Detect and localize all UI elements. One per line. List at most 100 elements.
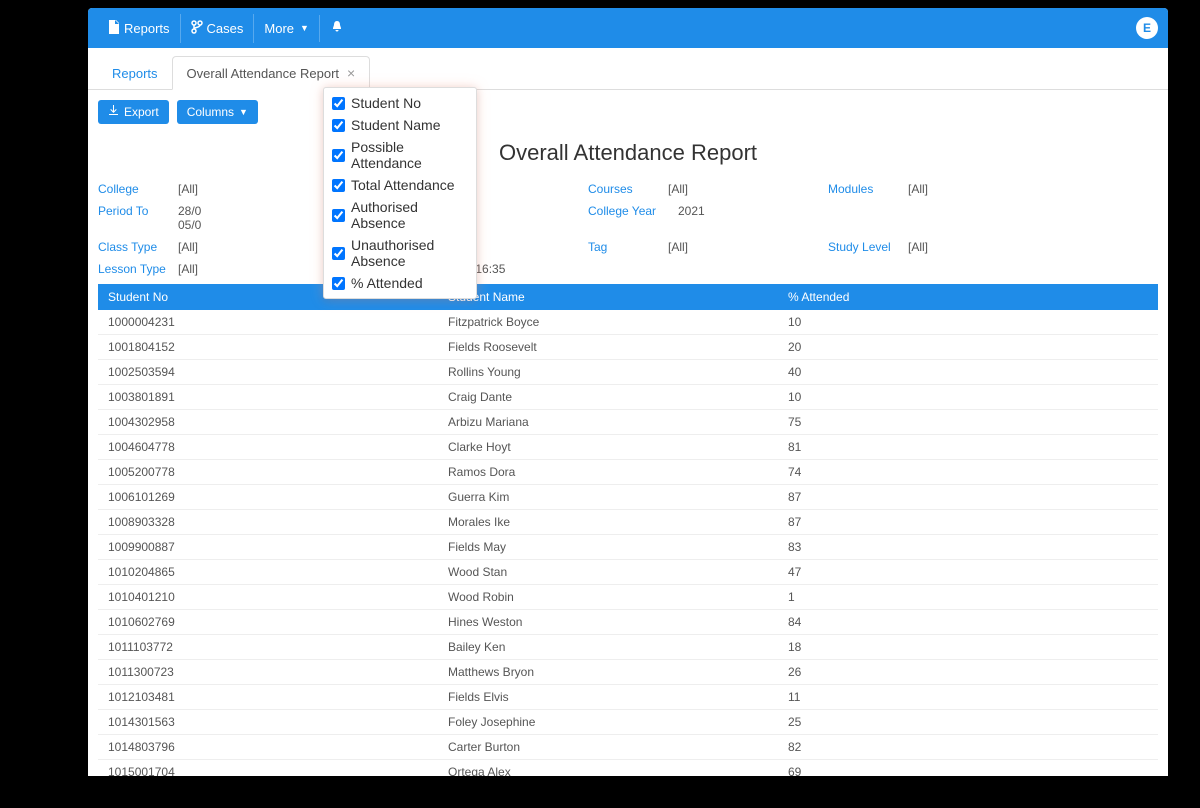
cell-student-no: 1009900887 [98,535,438,560]
cell-pct-attended: 74 [778,460,1158,485]
cell-student-no: 1011300723 [98,660,438,685]
column-checkbox[interactable] [332,247,345,260]
column-checkbox[interactable] [332,119,345,132]
filter-label-study-level[interactable]: Study Level [828,240,908,254]
cell-student-no: 1000004231 [98,310,438,335]
column-label: % Attended [351,275,423,291]
nav-notifications[interactable] [320,14,354,43]
table-header-row: Student No Student Name % Attended [98,284,1158,310]
tab-overall-attendance[interactable]: Overall Attendance Report × [172,56,371,90]
cell-student-name: Guerra Kim [438,485,778,510]
table-row[interactable]: 1010204865Wood Stan47 [98,560,1158,585]
cell-pct-attended: 18 [778,635,1158,660]
close-icon[interactable]: × [347,65,355,81]
cell-student-name: Wood Stan [438,560,778,585]
table-row[interactable]: 1010401210Wood Robin1 [98,585,1158,610]
table-row[interactable]: 1010602769Hines Weston84 [98,610,1158,635]
cell-student-name: Fields Elvis [438,685,778,710]
filter-value-courses: [All] [668,182,688,196]
filter-label-courses[interactable]: Courses [588,182,668,196]
avatar-initial: E [1143,21,1151,35]
table-row[interactable]: 1002503594Rollins Young40 [98,360,1158,385]
filter-label-class-type[interactable]: Class Type [98,240,178,254]
cell-student-no: 1004302958 [98,410,438,435]
table-row[interactable]: 1012103481Fields Elvis11 [98,685,1158,710]
cell-pct-attended: 87 [778,510,1158,535]
tab-reports-link[interactable]: Reports [98,58,172,89]
cell-student-name: Ramos Dora [438,460,778,485]
cell-student-no: 1003801891 [98,385,438,410]
columns-dropdown[interactable]: Student NoStudent NamePossible Attendanc… [323,87,477,299]
cell-pct-attended: 10 [778,385,1158,410]
table-row[interactable]: 1015001704Ortega Alex69 [98,760,1158,777]
nav-reports[interactable]: Reports [98,14,181,43]
table-row[interactable]: 1014301563Foley Josephine25 [98,710,1158,735]
columns-label: Columns [187,105,234,119]
cell-student-name: Carter Burton [438,735,778,760]
table-row[interactable]: 1011300723Matthews Bryon26 [98,660,1158,685]
table-row[interactable]: 1001804152Fields Roosevelt20 [98,335,1158,360]
filter-label-college[interactable]: College [98,182,178,196]
page-title: Overall Attendance Report [88,140,1168,166]
cell-pct-attended: 82 [778,735,1158,760]
chevron-down-icon: ▼ [300,23,309,33]
table-row[interactable]: 1011103772Bailey Ken18 [98,635,1158,660]
export-button[interactable]: Export [98,100,169,124]
cell-pct-attended: 87 [778,485,1158,510]
cell-pct-attended: 47 [778,560,1158,585]
table-row[interactable]: 1014803796Carter Burton82 [98,735,1158,760]
cell-pct-attended: 26 [778,660,1158,685]
nav-more-label: More [264,21,294,36]
column-toggle-item[interactable]: Unauthorised Absence [324,234,476,272]
filter-label-lesson-type[interactable]: Lesson Type [98,262,178,276]
column-checkbox[interactable] [332,277,345,290]
cell-pct-attended: 81 [778,435,1158,460]
filter-label-modules[interactable]: Modules [828,182,908,196]
nav-more[interactable]: More ▼ [254,15,320,42]
cell-student-no: 1006101269 [98,485,438,510]
table-row[interactable]: 1000004231Fitzpatrick Boyce10 [98,310,1158,335]
column-toggle-item[interactable]: Total Attendance [324,174,476,196]
column-toggle-item[interactable]: Student No [324,92,476,114]
filter-value-college-year: 2021 [678,204,705,218]
column-toggle-item[interactable]: Possible Attendance [324,136,476,174]
filter-label-period-to[interactable]: Period To [98,204,178,218]
cell-pct-attended: 1 [778,585,1158,610]
cell-student-name: Morales Ike [438,510,778,535]
filter-value-tag: [All] [668,240,688,254]
column-toggle-item[interactable]: Authorised Absence [324,196,476,234]
filter-label-college-year[interactable]: College Year [588,204,678,218]
column-checkbox[interactable] [332,179,345,192]
table-row[interactable]: 1005200778Ramos Dora74 [98,460,1158,485]
attendance-table: Student No Student Name % Attended 10000… [98,284,1158,776]
column-checkbox[interactable] [332,149,345,162]
header-pct-attended[interactable]: % Attended [778,284,1158,310]
table-row[interactable]: 1004302958Arbizu Mariana75 [98,410,1158,435]
table-row[interactable]: 1003801891Craig Dante10 [98,385,1158,410]
nav-cases[interactable]: Cases [181,14,255,43]
column-toggle-item[interactable]: Student Name [324,114,476,136]
header-student-name[interactable]: Student Name [438,284,778,310]
cell-student-name: Wood Robin [438,585,778,610]
filters-panel: College [All] [All] Courses [All] Module… [88,182,1168,276]
cell-student-no: 1005200778 [98,460,438,485]
avatar[interactable]: E [1136,17,1158,39]
cell-student-no: 1011103772 [98,635,438,660]
branch-icon [191,20,203,37]
column-toggle-item[interactable]: % Attended [324,272,476,294]
column-checkbox[interactable] [332,97,345,110]
columns-button[interactable]: Columns ▼ [177,100,258,124]
top-nav: Reports Cases More ▼ E [88,8,1168,48]
table-row[interactable]: 1004604778Clarke Hoyt81 [98,435,1158,460]
column-checkbox[interactable] [332,209,345,222]
cell-student-no: 1014803796 [98,735,438,760]
table-row[interactable]: 1006101269Guerra Kim87 [98,485,1158,510]
filter-value-college: [All] [178,182,198,196]
filter-label-tag[interactable]: Tag [588,240,668,254]
cell-student-no: 1010602769 [98,610,438,635]
cell-student-no: 1012103481 [98,685,438,710]
table-row[interactable]: 1008903328Morales Ike87 [98,510,1158,535]
cell-pct-attended: 25 [778,710,1158,735]
table-row[interactable]: 1009900887Fields May83 [98,535,1158,560]
cell-student-name: Craig Dante [438,385,778,410]
